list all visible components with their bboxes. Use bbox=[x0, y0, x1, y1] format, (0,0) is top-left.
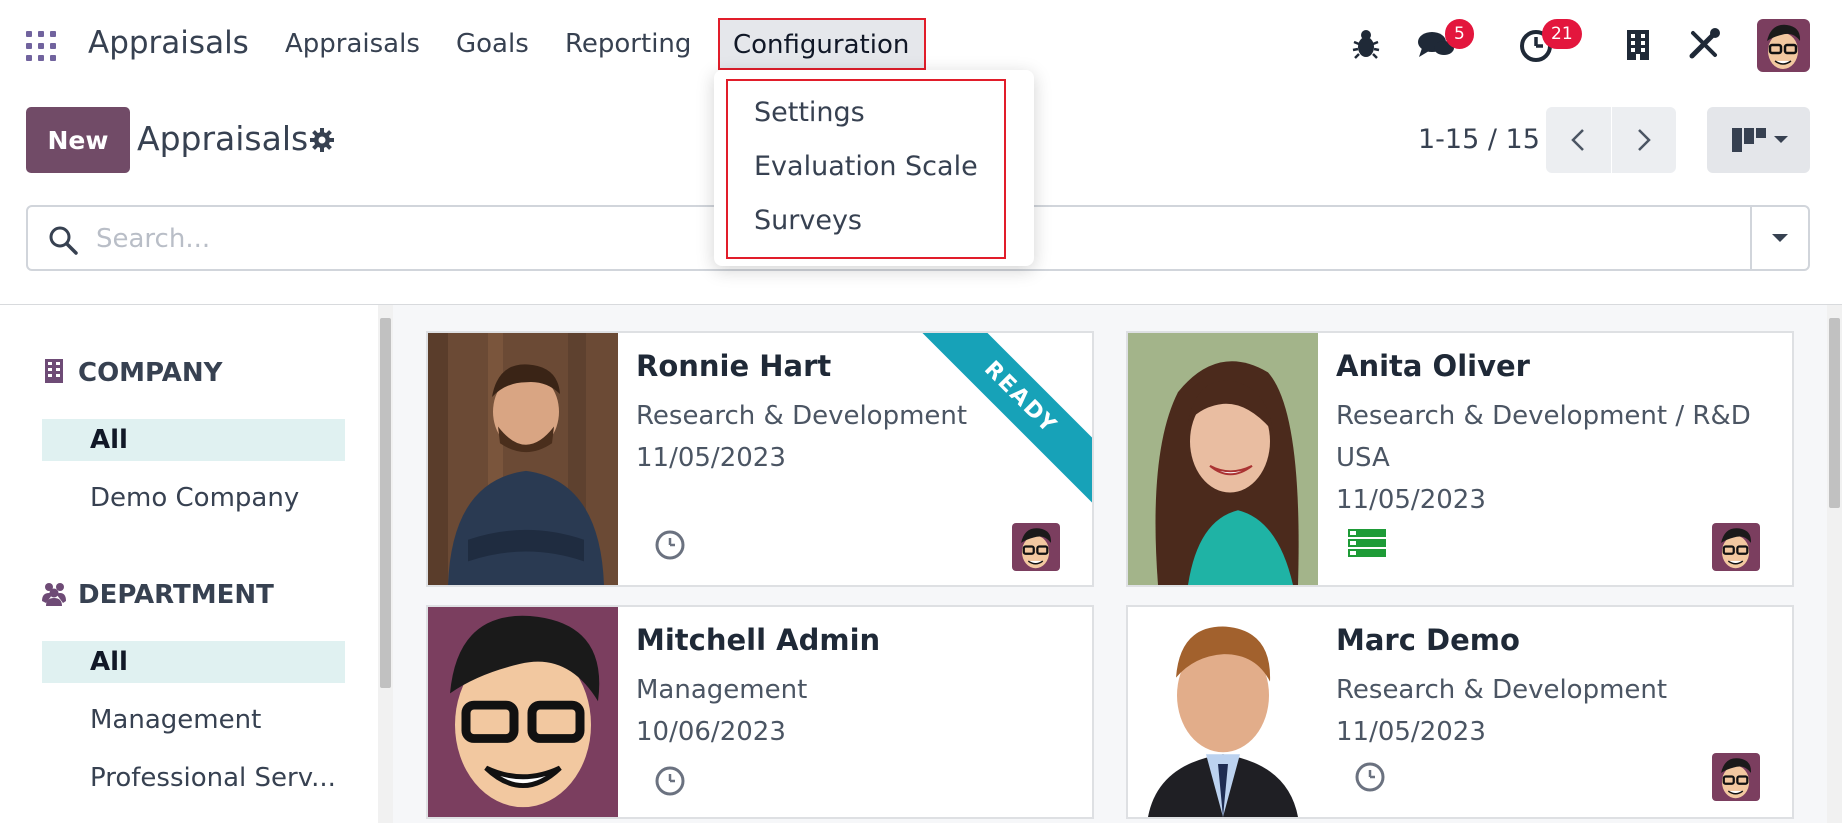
appraisal-date: 10/06/2023 bbox=[636, 717, 786, 747]
app-brand[interactable]: Appraisals bbox=[88, 25, 249, 61]
employee-name: Marc Demo bbox=[1336, 623, 1520, 657]
employee-department-line2: USA bbox=[1336, 443, 1390, 473]
company-filter-all[interactable]: All bbox=[42, 419, 345, 461]
department-filter-professional-services[interactable]: Professional Serv... bbox=[42, 757, 345, 799]
employee-photo bbox=[428, 333, 618, 585]
department-heading-label: DEPARTMENT bbox=[78, 580, 274, 610]
chevron-right-icon[interactable] bbox=[1628, 125, 1658, 155]
debug-bug-icon[interactable] bbox=[1346, 24, 1386, 64]
menu-item-settings[interactable]: Settings bbox=[754, 97, 865, 128]
menu-goals[interactable]: Goals bbox=[456, 29, 529, 59]
menu-item-evaluation-scale[interactable]: Evaluation Scale bbox=[754, 151, 978, 182]
employee-department: Research & Development bbox=[1336, 675, 1668, 705]
users-icon bbox=[42, 583, 66, 606]
employee-photo bbox=[428, 607, 618, 817]
kanban-view: Ronnie Hart Research & Development 11/05… bbox=[393, 305, 1827, 823]
caret-down-icon bbox=[1772, 234, 1788, 242]
employee-photo bbox=[1128, 333, 1318, 585]
manager-avatar bbox=[1712, 523, 1760, 571]
department-filter-management[interactable]: Management bbox=[42, 699, 345, 741]
sidebar-scrollbar-thumb[interactable] bbox=[380, 318, 391, 688]
department-filter-all[interactable]: All bbox=[42, 641, 345, 683]
employee-name: Ronnie Hart bbox=[636, 349, 832, 383]
messages-badge: 5 bbox=[1445, 19, 1474, 49]
main-scrollbar-thumb[interactable] bbox=[1829, 318, 1840, 508]
kanban-card-anita-oliver[interactable]: Anita Oliver Research & Development / R&… bbox=[1126, 331, 1794, 587]
tools-icon[interactable] bbox=[1684, 24, 1724, 64]
menu-reporting[interactable]: Reporting bbox=[565, 29, 691, 59]
kanban-card-mitchell-admin[interactable]: Mitchell Admin Management 10/06/2023 bbox=[426, 605, 1094, 819]
employee-name: Mitchell Admin bbox=[636, 623, 881, 657]
new-button[interactable]: New bbox=[26, 107, 130, 173]
apps-grid-icon[interactable] bbox=[26, 31, 56, 61]
kanban-view-icon bbox=[1732, 128, 1788, 152]
building-icon bbox=[45, 359, 63, 383]
view-switcher[interactable] bbox=[1707, 107, 1810, 173]
menu-configuration-label: Configuration bbox=[733, 30, 910, 60]
employee-photo bbox=[1128, 607, 1318, 817]
activity-clock-icon[interactable] bbox=[1354, 761, 1386, 793]
menu-appraisals[interactable]: Appraisals bbox=[285, 29, 420, 59]
search-icon bbox=[49, 226, 78, 255]
company-heading: COMPANY bbox=[40, 357, 222, 388]
pager-value[interactable]: 1-15 / 15 bbox=[1418, 124, 1540, 155]
manager-avatar bbox=[1712, 753, 1760, 801]
appraisal-date: 11/05/2023 bbox=[1336, 485, 1486, 515]
chevron-left-icon[interactable] bbox=[1564, 125, 1594, 155]
appraisal-date: 11/05/2023 bbox=[1336, 717, 1486, 747]
appraisal-date: 11/05/2023 bbox=[636, 443, 786, 473]
pager-buttons bbox=[1546, 107, 1676, 173]
company-heading-label: COMPANY bbox=[78, 358, 223, 388]
company-filter-demo-company[interactable]: Demo Company bbox=[42, 477, 345, 519]
activity-clock-icon[interactable] bbox=[654, 529, 686, 561]
kanban-card-ronnie-hart[interactable]: Ronnie Hart Research & Development 11/05… bbox=[426, 331, 1094, 587]
menu-configuration[interactable]: Configuration bbox=[718, 18, 926, 70]
kanban-card-marc-demo[interactable]: Marc Demo Research & Development 11/05/2… bbox=[1126, 605, 1794, 819]
employee-department: Research & Development bbox=[636, 401, 968, 431]
employee-department: Research & Development / R&D bbox=[1336, 401, 1751, 431]
department-heading: DEPARTMENT bbox=[40, 579, 274, 610]
employee-department: Management bbox=[636, 675, 808, 705]
manager-avatar bbox=[1012, 523, 1060, 571]
search-panel-sidebar: COMPANY All Demo Company DEPARTMENT All … bbox=[0, 305, 378, 823]
activity-clock-icon[interactable] bbox=[654, 765, 686, 797]
user-avatar[interactable] bbox=[1757, 19, 1810, 72]
configuration-dropdown: Settings Evaluation Scale Surveys bbox=[714, 70, 1034, 266]
activities-badge: 21 bbox=[1542, 19, 1582, 49]
company-building-icon[interactable] bbox=[1618, 24, 1658, 64]
activity-list-icon[interactable] bbox=[1348, 527, 1386, 559]
employee-name: Anita Oliver bbox=[1336, 349, 1530, 383]
menu-item-surveys[interactable]: Surveys bbox=[754, 205, 862, 236]
page-title: Appraisals bbox=[137, 119, 309, 158]
search-options-toggle[interactable] bbox=[1750, 207, 1808, 269]
gear-icon[interactable] bbox=[309, 127, 335, 153]
